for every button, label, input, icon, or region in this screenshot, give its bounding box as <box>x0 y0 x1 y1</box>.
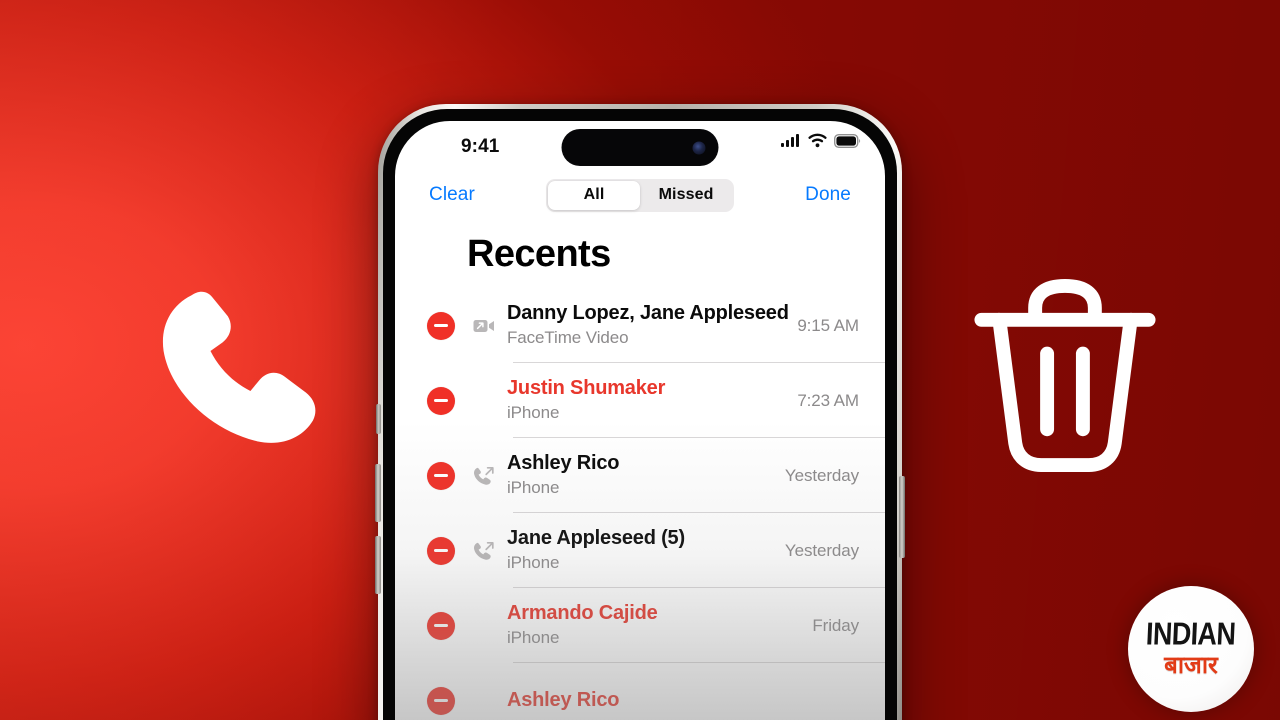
tab-missed[interactable]: Missed <box>640 181 732 210</box>
delete-call-button[interactable] <box>427 386 455 415</box>
device-bezel: 9:41 Clear All Missed Done Recents Danny… <box>383 109 897 720</box>
call-list-item[interactable]: Jane Appleseed (5) iPhone Yesterday <box>395 513 885 588</box>
delete-call-button[interactable] <box>427 686 455 715</box>
call-item-text: Ashley Rico <box>507 689 859 713</box>
call-item-text: Ashley Rico iPhone <box>507 452 777 499</box>
iphone-device: 9:41 Clear All Missed Done Recents Danny… <box>375 104 905 720</box>
trash-can-icon <box>965 278 1165 473</box>
dynamic-island <box>561 129 719 166</box>
call-time: 9:15 AM <box>797 315 859 335</box>
watermark-line-2: बाजार <box>1164 651 1218 679</box>
tab-all[interactable]: All <box>548 180 641 210</box>
caller-name: Danny Lopez, Jane Appleseed <box>507 302 789 325</box>
delete-call-button[interactable] <box>427 461 455 490</box>
call-subtitle: FaceTime Video <box>507 327 629 347</box>
call-list-item[interactable]: Justin Shumaker iPhone 7:23 AM <box>395 363 885 438</box>
watermark-line-1: INDIAN <box>1145 616 1237 652</box>
navigation-bar: Clear All Missed Done <box>395 171 885 219</box>
page-title: Recents <box>467 233 611 275</box>
status-bar-time: 9:41 <box>461 136 500 157</box>
status-bar-indicators <box>781 133 861 148</box>
call-time: Yesterday <box>784 465 859 485</box>
minus-icon <box>434 548 448 553</box>
call-list-item[interactable]: Ashley Rico iPhone Yesterday <box>395 438 885 513</box>
delete-call-button[interactable] <box>427 536 455 565</box>
front-camera-icon <box>692 141 706 154</box>
call-time: Friday <box>812 615 859 635</box>
call-list-item[interactable]: Ashley Rico <box>395 663 885 720</box>
call-list-item[interactable]: Armando Cajide iPhone Friday <box>395 588 885 663</box>
call-subtitle: iPhone <box>507 402 560 422</box>
call-list-item[interactable]: Danny Lopez, Jane Appleseed FaceTime Vid… <box>395 288 885 363</box>
call-filter-segmented-control[interactable]: All Missed <box>546 178 735 212</box>
delete-call-button[interactable] <box>427 611 455 640</box>
call-subtitle: iPhone <box>507 552 560 572</box>
delete-call-button[interactable] <box>427 311 455 340</box>
device-screen: 9:41 Clear All Missed Done Recents Danny… <box>395 121 885 720</box>
caller-name: Ashley Rico <box>507 688 620 711</box>
caller-name: Armando Cajide <box>507 602 658 625</box>
call-time: 7:23 AM <box>797 390 859 410</box>
minus-icon <box>434 398 448 403</box>
phone-outgoing-icon <box>471 541 497 561</box>
power-button[interactable] <box>899 476 905 558</box>
call-item-text: Jane Appleseed (5) iPhone <box>507 527 777 574</box>
minus-icon <box>434 623 448 628</box>
wifi-icon <box>808 133 827 148</box>
watermark-logo: INDIAN बाजार <box>1128 586 1254 712</box>
video-call-outgoing-icon <box>471 318 497 334</box>
cellular-signal-icon <box>781 134 799 147</box>
minus-icon <box>434 698 448 703</box>
call-subtitle: iPhone <box>507 477 560 497</box>
call-item-text: Justin Shumaker iPhone <box>507 377 789 424</box>
volume-up-button[interactable] <box>375 464 381 522</box>
call-item-text: Danny Lopez, Jane Appleseed FaceTime Vid… <box>507 302 789 349</box>
done-button[interactable]: Done <box>805 184 851 206</box>
caller-name: Justin Shumaker <box>507 377 666 400</box>
battery-icon <box>834 133 861 148</box>
clear-button[interactable]: Clear <box>429 184 475 206</box>
call-subtitle: iPhone <box>507 627 560 647</box>
status-bar: 9:41 <box>395 121 885 171</box>
caller-name: Jane Appleseed (5) <box>507 527 685 550</box>
silent-switch-button[interactable] <box>376 404 381 434</box>
call-item-text: Armando Cajide iPhone <box>507 602 804 649</box>
phone-handset-icon <box>150 285 330 450</box>
minus-icon <box>434 323 448 328</box>
volume-down-button[interactable] <box>375 536 381 594</box>
caller-name: Ashley Rico <box>507 452 620 475</box>
call-time: Yesterday <box>784 540 859 560</box>
recents-call-list: Danny Lopez, Jane Appleseed FaceTime Vid… <box>395 288 885 720</box>
minus-icon <box>434 473 448 478</box>
phone-outgoing-icon <box>471 466 497 486</box>
